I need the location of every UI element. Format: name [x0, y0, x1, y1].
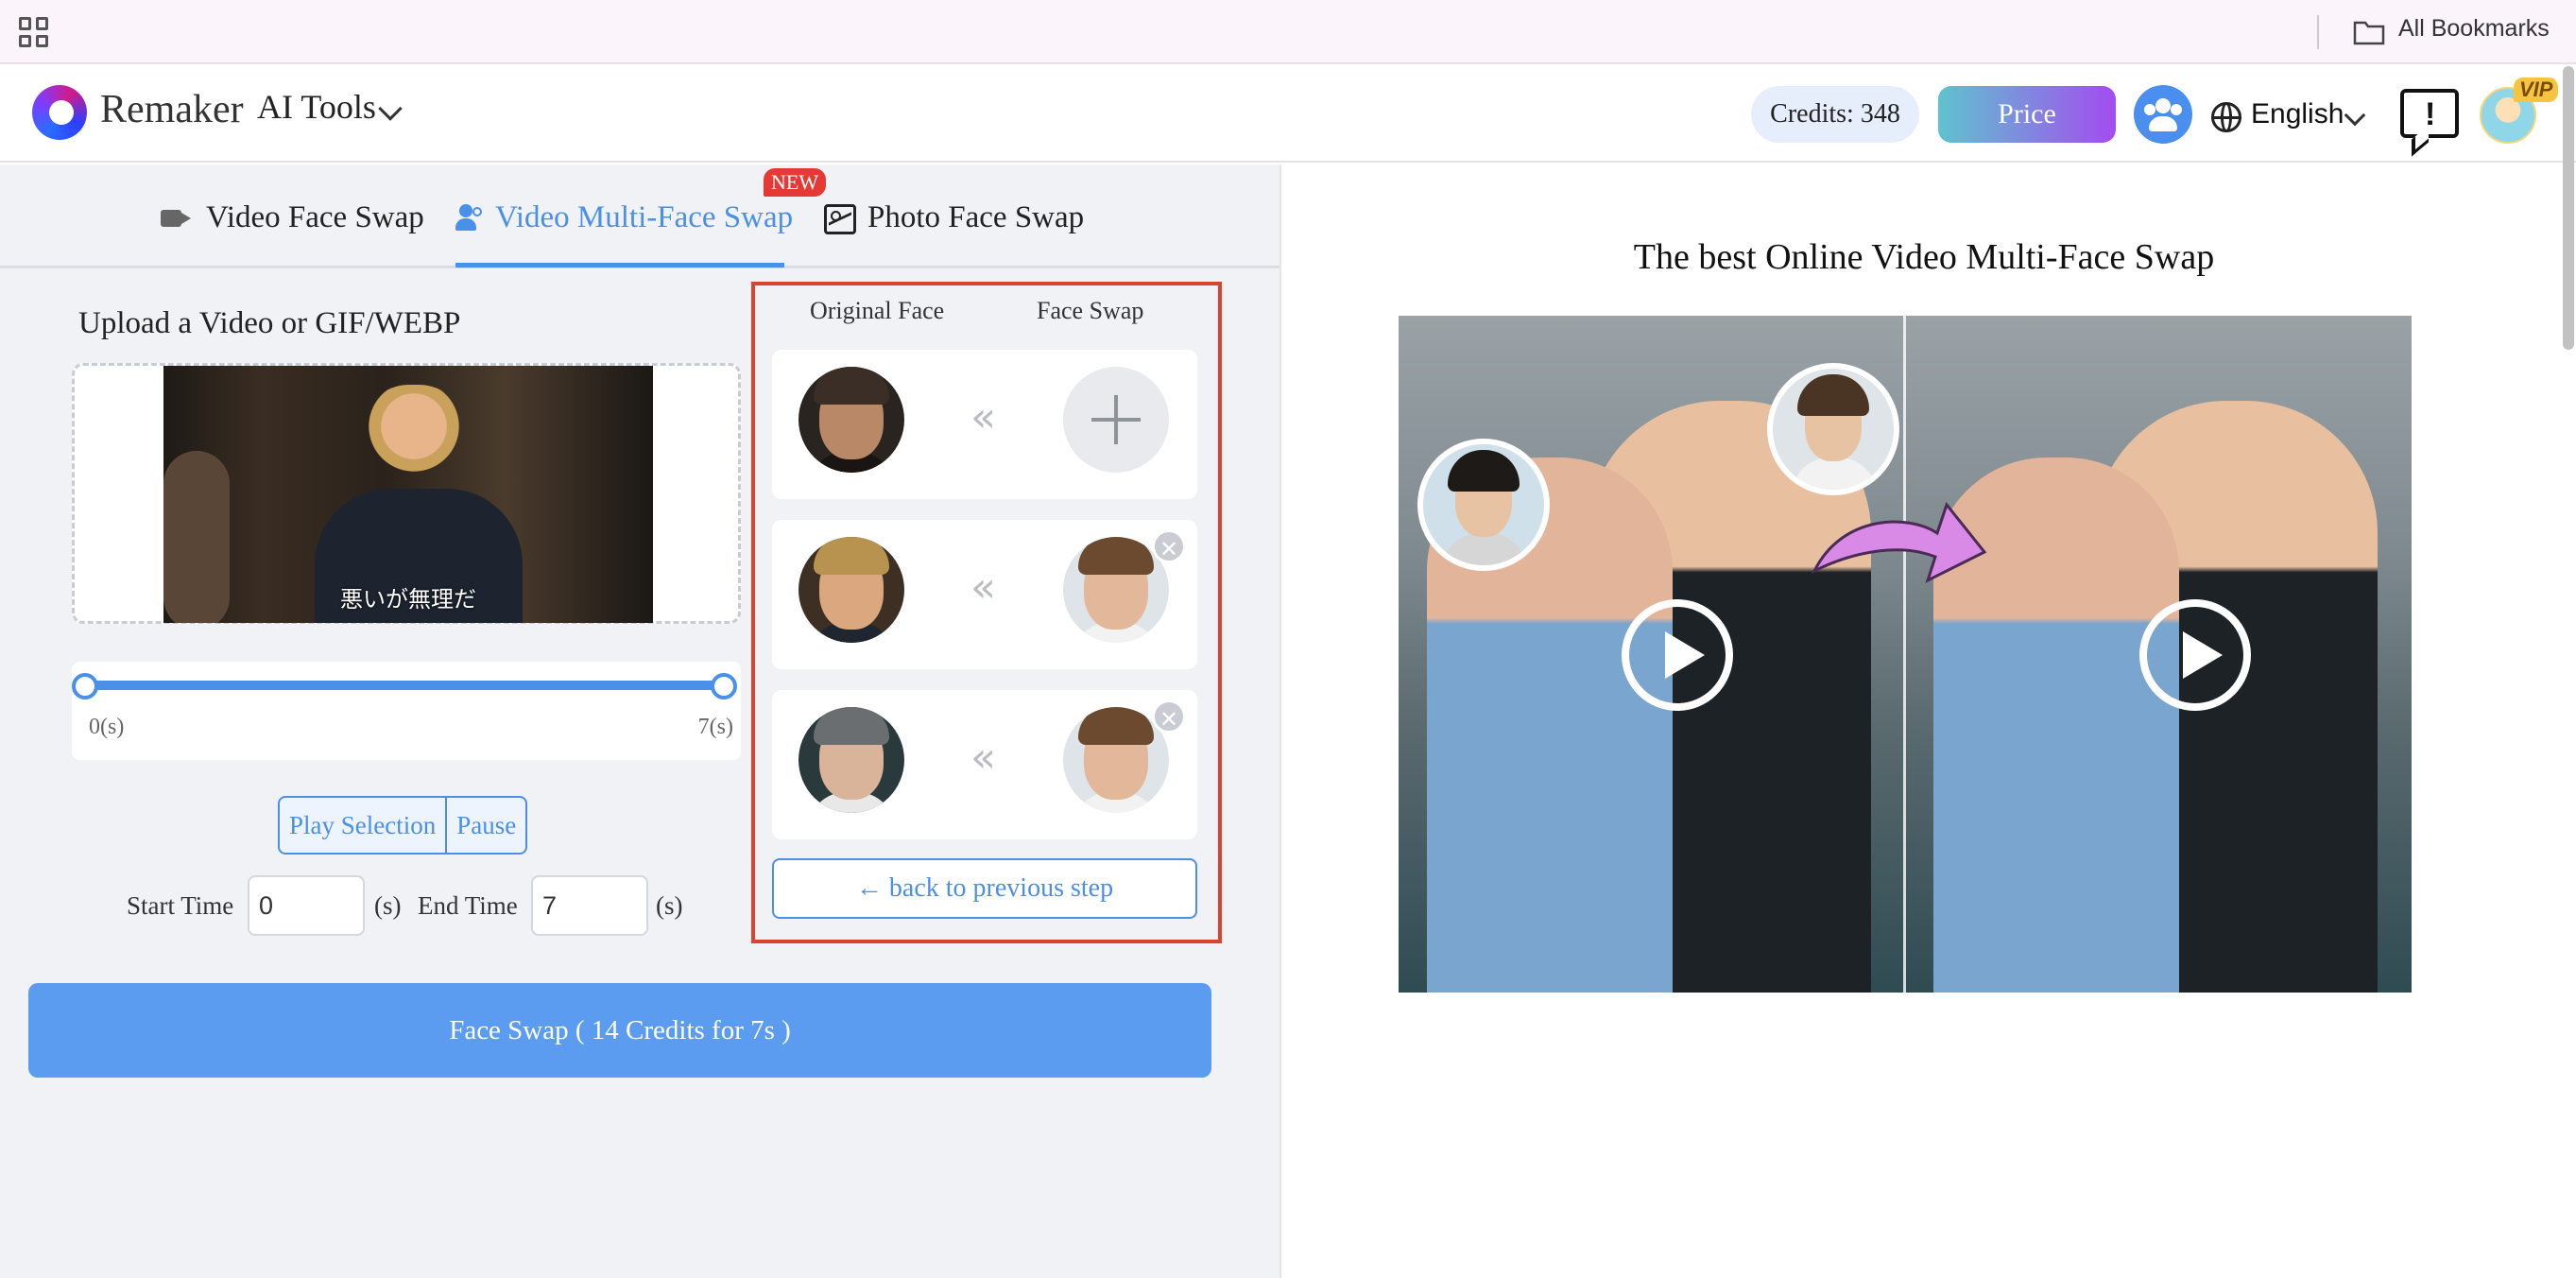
face-swap-button[interactable]: Face Swap ( 14 Credits for 7s )	[28, 983, 1211, 1078]
demo-title: The best Online Video Multi-Face Swap	[1633, 237, 2215, 277]
video-upload-area[interactable]: 悪いが無理だ	[72, 363, 741, 624]
remove-face-icon[interactable]: ✕	[1152, 529, 1186, 563]
tab-photo-face-swap[interactable]: Photo Face Swap	[867, 200, 1084, 235]
price-button[interactable]: Price	[1938, 86, 2116, 143]
video-preview[interactable]: 悪いが無理だ	[163, 366, 653, 623]
end-time-input[interactable]: 7	[531, 875, 648, 936]
back-to-previous-step-button[interactable]: ← back to previous step	[772, 858, 1197, 919]
feedback-glyph: !	[2425, 96, 2436, 132]
upload-title: Upload a Video or GIF/WEBP	[78, 306, 461, 340]
tab-video-face-swap[interactable]: Video Face Swap	[206, 200, 424, 235]
right-panel: The best Online Video Multi-Face Swap	[1279, 164, 2576, 1278]
original-face-header: Original Face	[810, 297, 945, 324]
slider-track[interactable]	[85, 681, 728, 690]
slider-end-label: 7(s)	[697, 715, 733, 739]
source-face-female	[1417, 439, 1550, 571]
vip-badge: VIP	[2514, 78, 2559, 102]
end-time-label: End Time	[418, 891, 518, 920]
community-icon[interactable]	[2134, 85, 2192, 144]
site-header: Remaker AI Tools Credits: 348 Price Engl…	[0, 66, 2576, 163]
ai-tools-menu[interactable]: AI Tools	[257, 87, 376, 127]
video-subtitle: 悪いが無理だ	[340, 586, 476, 613]
video-camera-icon	[161, 210, 191, 227]
start-time-input[interactable]: 0	[248, 875, 365, 936]
users-icon	[455, 204, 486, 233]
apps-grid-icon[interactable]	[19, 17, 49, 47]
face-pair-row: « ✕	[772, 520, 1197, 669]
original-face-thumb[interactable]	[799, 537, 904, 643]
all-bookmarks-link[interactable]: All Bookmarks	[2398, 15, 2550, 43]
double-chevron-left-icon: «	[970, 563, 996, 612]
play-selection-button[interactable]: Play Selection	[280, 798, 445, 853]
page-scrollbar[interactable]	[2563, 66, 2574, 350]
folder-icon	[2353, 21, 2385, 45]
bookmarks-bar: All Bookmarks	[0, 0, 2576, 64]
feedback-icon[interactable]: !	[2400, 89, 2459, 138]
play-icon[interactable]	[1622, 599, 1733, 711]
face-mapping-panel: Original Face Face Swap « « ✕ « ✕ ← back…	[751, 282, 1222, 943]
original-face-thumb[interactable]	[799, 707, 904, 813]
tool-tabs: Video Face Swap Video Multi-Face Swap NE…	[0, 164, 1279, 268]
chevron-down-icon[interactable]	[378, 96, 403, 121]
globe-icon[interactable]	[2211, 102, 2241, 132]
start-time-label: Start Time	[127, 891, 234, 920]
slider-start-handle[interactable]	[72, 673, 98, 699]
face-swap-header: Face Swap	[1037, 297, 1144, 324]
remaker-logo-icon[interactable]	[32, 85, 87, 140]
playback-controls: Play Selection Pause	[278, 796, 528, 855]
language-selector[interactable]: English	[2251, 98, 2344, 130]
slider-end-handle[interactable]	[711, 673, 737, 699]
remove-face-icon[interactable]: ✕	[1152, 699, 1186, 734]
image-icon	[824, 204, 856, 234]
swap-arrow-icon	[1811, 501, 1987, 583]
face-pair-row: « ✕	[772, 690, 1197, 839]
left-panel: Video Face Swap Video Multi-Face Swap NE…	[0, 164, 1279, 1278]
chevron-down-icon[interactable]	[2344, 104, 2366, 127]
active-tab-indicator	[455, 263, 784, 268]
slider-start-label: 0(s)	[89, 715, 125, 739]
play-icon[interactable]	[2139, 599, 2251, 711]
compare-divider	[1903, 316, 1906, 993]
original-face-thumb[interactable]	[799, 367, 904, 473]
face-pair-row: «	[772, 350, 1197, 499]
tab-video-multi-face-swap[interactable]: Video Multi-Face Swap	[495, 200, 793, 235]
double-chevron-left-icon: «	[970, 393, 996, 441]
brand-name[interactable]: Remaker	[100, 87, 244, 132]
source-face-male	[1767, 363, 1899, 495]
new-badge: NEW	[764, 168, 827, 197]
add-face-icon[interactable]	[1063, 367, 1169, 473]
double-chevron-left-icon: «	[970, 734, 996, 782]
start-time-unit: (s)	[374, 891, 402, 920]
bookmarks-divider	[2317, 15, 2319, 49]
credits-badge: Credits: 348	[1751, 86, 1919, 143]
end-time-unit: (s)	[656, 891, 683, 920]
time-range-slider: 0(s) 7(s)	[72, 662, 741, 760]
pause-button[interactable]: Pause	[445, 798, 525, 853]
demo-preview-image	[1399, 316, 2412, 993]
